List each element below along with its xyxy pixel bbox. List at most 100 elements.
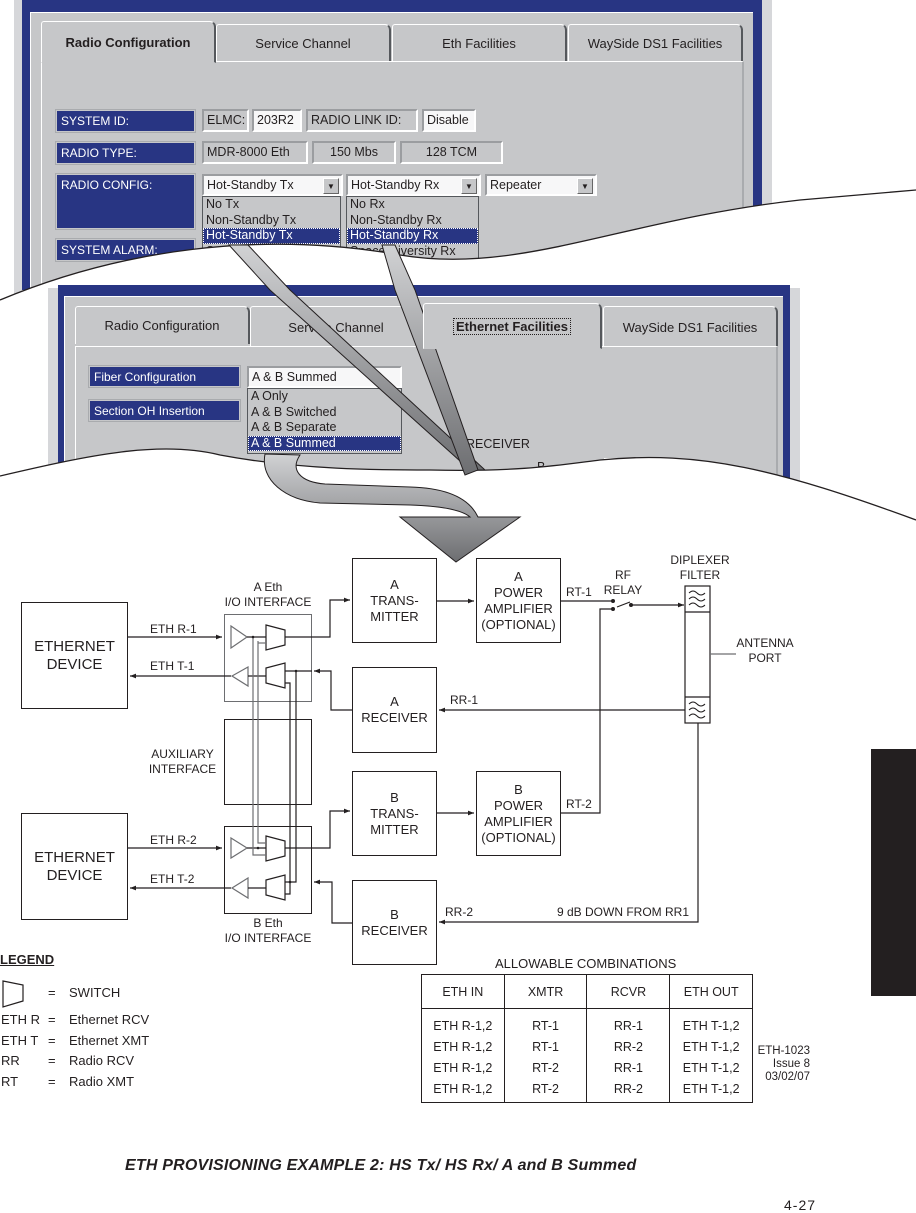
rr2-note: 9 dB DOWN FROM RR1 <box>557 905 690 919</box>
a-eth-io-label: A Eth I/O INTERFACE <box>224 580 312 609</box>
eth-t1-label: ETH T-1 <box>150 659 195 673</box>
tab-eth-facilities[interactable]: Eth Facilities <box>392 24 567 62</box>
elmc-field[interactable]: 203R2 <box>252 109 302 132</box>
rr1-label: RR-1 <box>450 693 479 707</box>
repeater-select-value: Repeater <box>490 178 542 192</box>
wave-icon <box>688 602 706 608</box>
header-eth-out: ETH OUT <box>669 974 753 1009</box>
relay-node <box>611 599 615 603</box>
legend-eq: = <box>48 1053 56 1068</box>
cell: RR-1 <box>586 1008 671 1036</box>
tab-service-channel[interactable]: Service Channel <box>216 24 391 62</box>
chevron-down-icon[interactable]: ▼ <box>323 178 339 194</box>
legend-key: ETH T <box>1 1033 39 1048</box>
fiber-config-select[interactable]: A & B Summed <box>247 366 402 388</box>
a-receiver: A RECEIVER <box>352 667 437 753</box>
tab-label: Eth Facilities <box>442 36 516 51</box>
cell: ETH R-1,2 <box>421 1008 505 1036</box>
cell: ETH T-1,2 <box>669 1008 753 1036</box>
tab-label: WaySide DS1 Facilities <box>587 36 723 51</box>
select-all-button[interactable]: Select All <box>604 458 666 478</box>
legend-key: RR <box>1 1053 20 1068</box>
cell: RT-1 <box>503 1008 588 1036</box>
wave-icon <box>688 701 706 707</box>
tx-option[interactable]: Non-Standby Tx <box>203 213 340 229</box>
tx-config-select[interactable]: Hot-Standby Tx ▼ <box>202 174 343 196</box>
doc-id-issue: Issue 8 <box>772 1058 810 1070</box>
fiber-option[interactable]: A & B Switched <box>248 405 401 421</box>
a-rx-to-a-io <box>314 668 352 711</box>
elmc-label: ELMC: <box>202 109 249 132</box>
fiber-option[interactable]: A & B Separate <box>248 420 401 436</box>
page-number: 4-27 <box>784 1197 817 1213</box>
a-power-amplifier: A POWER AMPLIFIER (OPTIONAL) <box>476 558 561 643</box>
radio-link-id-label: RADIO LINK ID: <box>306 109 418 132</box>
box-label: B TRANS- MITTER <box>370 789 419 837</box>
cell: ETH R-1,2 <box>421 1036 505 1057</box>
fiber-config-dropdown: A Only A & B Switched A & B Separate A &… <box>247 388 402 454</box>
radio-type-rate: 150 Mbs <box>312 141 396 164</box>
table-row: ETH R-1,2 RT-1 RR-1 ETH T-1,2 <box>421 1008 753 1036</box>
rx-option[interactable]: Space Diversity Rx <box>347 244 478 260</box>
tab-label: Radio Configuration <box>104 318 220 333</box>
aux-interface-label: AUXILIARY INTERFACE <box>148 747 217 776</box>
rx-select-value: Hot-Standby Rx <box>351 178 440 192</box>
diplexer-label: DIPLEXER FILTER <box>670 553 730 582</box>
legend-eq: = <box>48 1074 56 1089</box>
cell: ETH T-1,2 <box>669 1057 753 1078</box>
cell: ETH T-1,2 <box>669 1078 753 1103</box>
system-alarm-label: SYSTEM ALARM: <box>56 239 195 261</box>
box-label: A RECEIVER <box>361 694 428 725</box>
eth-r2-label: ETH R-2 <box>150 833 197 847</box>
chevron-down-icon[interactable]: ▼ <box>577 178 593 194</box>
chevron-down-icon[interactable]: ▼ <box>386 494 399 507</box>
tab-label: WaySide DS1 Facilities <box>622 319 758 335</box>
tab-wayside-ds1[interactable]: WaySide DS1 Facilities <box>568 24 743 62</box>
b-eth-io-label: B Eth I/O INTERFACE <box>224 916 312 945</box>
section-thumb-tab <box>871 749 916 996</box>
tx-config-dropdown: No Tx Non-Standby Tx Hot-Standby Tx Spac… <box>202 196 341 266</box>
tx-option[interactable]: No Tx <box>203 197 340 213</box>
radio-config-label: RADIO CONFIG: <box>56 174 195 229</box>
tab-service-channel[interactable]: Service Channel <box>250 306 423 347</box>
box-label: ETHERNET DEVICE <box>34 637 115 673</box>
tab-ethernet-facilities[interactable]: Ethernet Facilities <box>423 303 602 349</box>
wave-icon <box>688 596 706 602</box>
legend-title: LEGEND <box>0 952 55 967</box>
fiber-option[interactable]: A Only <box>248 389 401 405</box>
legend-switch-icon <box>2 980 24 1008</box>
rf-relay-label: RF RELAY <box>603 568 643 597</box>
cell: RR-2 <box>586 1036 671 1057</box>
tab-label: Service Channel <box>288 319 384 335</box>
partial-select[interactable]: X10-8 ▼ <box>338 490 403 510</box>
fiber-option-selected[interactable]: A & B Summed <box>248 435 401 451</box>
radio-type-modulation: 128 TCM <box>400 141 503 164</box>
radio-link-id-field[interactable]: Disable <box>422 109 476 132</box>
rx-option[interactable]: Non-Standby Rx <box>347 213 478 229</box>
tx-option[interactable]: Space Diversity Tx <box>203 244 340 260</box>
repeater-select[interactable]: Repeater ▼ <box>485 174 597 196</box>
legend-key: RT <box>1 1074 19 1089</box>
section-oh-label: Section OH Insertion <box>89 400 240 421</box>
rt2-line <box>561 608 613 814</box>
box-label: A TRANS- MITTER <box>370 576 419 624</box>
rt2-label: RT-2 <box>566 797 592 811</box>
rx-option[interactable]: No Rx <box>347 197 478 213</box>
rx-option-selected[interactable]: Hot-Standby Rx <box>347 228 478 244</box>
partial-select-value: X10-8 <box>344 494 374 506</box>
doc-id-date: 03/02/07 <box>765 1071 810 1083</box>
tx-option-selected[interactable]: Hot-Standby Tx <box>203 228 340 244</box>
rx-config-select[interactable]: Hot-Standby Rx ▼ <box>346 174 481 196</box>
auxiliary-interface <box>224 719 312 805</box>
antenna-port-label: ANTENNA PORT <box>736 636 794 665</box>
tab-radio-configuration[interactable]: Radio Configuration <box>41 21 216 63</box>
table-row: ETH R-1,2 RT-2 RR-1 ETH T-1,2 <box>421 1057 753 1078</box>
relay-node <box>629 603 633 607</box>
tab-wayside-ds1[interactable]: WaySide DS1 Facilities <box>603 306 778 347</box>
chevron-down-icon[interactable]: ▼ <box>461 178 477 194</box>
ethernet-device-2: ETHERNET DEVICE <box>21 813 128 920</box>
legend-desc: Ethernet RCV <box>69 1012 150 1027</box>
radio-type-model: MDR-8000 Eth <box>202 141 308 164</box>
tab-radio-configuration[interactable]: Radio Configuration <box>75 306 250 344</box>
window-edge <box>762 0 772 290</box>
